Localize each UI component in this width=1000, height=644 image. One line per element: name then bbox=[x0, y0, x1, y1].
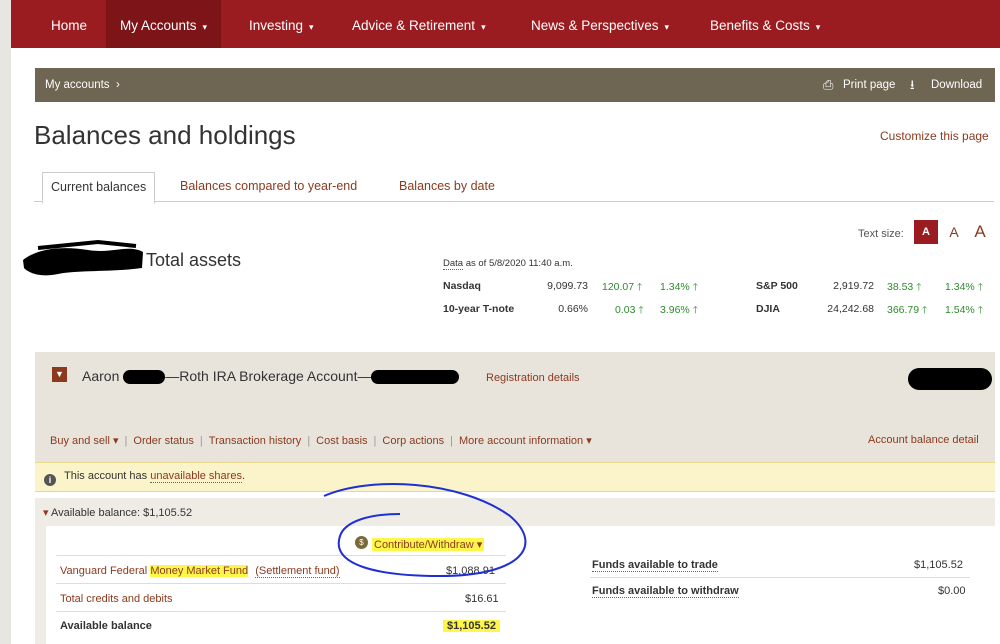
arrow-up-icon: 🡑 bbox=[916, 282, 922, 293]
available-balance-label: Available balance bbox=[60, 620, 152, 632]
tab-current-balances[interactable]: Current balances bbox=[42, 172, 156, 204]
money-market-fund-link[interactable]: Vanguard Federal Money Market Fund (Sett… bbox=[60, 565, 340, 578]
chevron-down-icon: ▾ bbox=[113, 435, 119, 447]
more-account-info-menu[interactable]: More account information ▾ bbox=[459, 435, 592, 447]
redaction-scribble bbox=[23, 239, 143, 276]
printer-icon: ⎙ bbox=[823, 77, 834, 92]
nav-investing[interactable]: Investing ▾ bbox=[249, 0, 314, 48]
market-row-name: Nasdaq bbox=[443, 280, 481, 292]
nav-news-perspectives[interactable]: News & Perspectives ▾ bbox=[531, 0, 669, 48]
funds-available-withdraw-link[interactable]: Funds available to withdraw bbox=[592, 585, 739, 598]
alert-text: This account has unavailable shares. bbox=[64, 470, 246, 483]
funds-withdraw-value: $0.00 bbox=[938, 585, 966, 597]
arrow-up-icon: 🡑 bbox=[692, 282, 698, 293]
market-row-change: 120.07 🡑 bbox=[602, 281, 643, 293]
market-row-pct: 1.54% 🡑 bbox=[945, 304, 983, 316]
chevron-down-icon: ▾ bbox=[481, 22, 486, 32]
arrow-up-icon: 🡑 bbox=[637, 282, 643, 293]
market-row-value: 9,099.73 bbox=[547, 280, 588, 292]
market-row-change: 366.79 🡑 bbox=[887, 304, 928, 316]
customize-page-link[interactable]: Customize this page bbox=[880, 129, 989, 143]
market-row-pct: 1.34% 🡑 bbox=[660, 281, 698, 293]
nav-advice-retirement[interactable]: Advice & Retirement ▾ bbox=[352, 0, 486, 48]
chevron-down-icon: ▾ bbox=[586, 435, 592, 447]
cost-basis-link[interactable]: Cost basis bbox=[316, 435, 367, 447]
account-name: Aaron —Roth IRA Brokerage Account— bbox=[82, 368, 460, 385]
redaction-scribble bbox=[371, 370, 460, 385]
registration-details-link[interactable]: Registration details bbox=[486, 372, 580, 384]
chevron-down-icon: ▾ bbox=[664, 22, 670, 32]
unavailable-shares-link[interactable]: unavailable shares bbox=[150, 470, 242, 483]
funds-trade-value: $1,105.52 bbox=[914, 559, 963, 571]
collapse-toggle-icon[interactable]: ▼ bbox=[52, 367, 67, 382]
market-row-name: 10-year T-note bbox=[443, 303, 515, 315]
chevron-down-icon: ▾ bbox=[309, 22, 314, 32]
tab-divider bbox=[34, 201, 994, 202]
market-row-name: S&P 500 bbox=[756, 280, 798, 292]
top-nav: Home My Accounts ▾ Investing ▾ Advice & Re… bbox=[11, 0, 1000, 48]
funds-available-trade-link[interactable]: Funds available to trade bbox=[592, 559, 718, 572]
total-assets-label: Total assets bbox=[146, 250, 242, 270]
breadcrumb-bar: My accounts › ⎙ Print page ⭳ Download bbox=[35, 68, 995, 102]
text-size-large[interactable]: A bbox=[968, 220, 992, 244]
market-data-timestamp: Data as of 5/8/2020 11:40 a.m. bbox=[443, 258, 573, 270]
tab-balances-by-date[interactable]: Balances by date bbox=[399, 172, 495, 202]
arrow-up-icon: 🡑 bbox=[922, 305, 928, 316]
market-row-change: 38.53 🡑 bbox=[887, 281, 922, 293]
nav-home[interactable]: Home bbox=[51, 0, 87, 48]
chevron-down-icon: ▾ bbox=[815, 22, 821, 32]
arrow-up-icon: 🡑 bbox=[977, 282, 983, 293]
breadcrumb-my-accounts[interactable]: My accounts › bbox=[45, 79, 120, 91]
market-row-name: DJIA bbox=[756, 303, 780, 315]
transaction-history-link[interactable]: Transaction history bbox=[209, 435, 302, 447]
redaction-scribble bbox=[908, 368, 992, 390]
account-actions: Buy and sell ▾ | Order status | Transaction … bbox=[50, 435, 592, 447]
tab-compared-year-end[interactable]: Balances compared to year-end bbox=[180, 172, 357, 202]
text-size-label: Text size: bbox=[858, 228, 904, 240]
text-size-medium[interactable]: A bbox=[942, 220, 966, 244]
arrow-up-icon: 🡑 bbox=[638, 305, 644, 316]
redaction-scribble bbox=[123, 370, 166, 385]
text-size-small[interactable]: A bbox=[914, 220, 938, 244]
info-icon: i bbox=[44, 474, 56, 486]
print-page-link[interactable]: Print page bbox=[843, 79, 895, 91]
download-link[interactable]: Download bbox=[931, 79, 982, 91]
chevron-down-icon: ▾ bbox=[202, 22, 208, 32]
divider bbox=[56, 611, 506, 612]
download-icon: ⭳ bbox=[910, 77, 915, 92]
caret-down-icon: ▾ bbox=[43, 507, 49, 519]
total-credits-debits-link[interactable]: Total credits and debits bbox=[60, 593, 173, 605]
nav-benefits-costs[interactable]: Benefits & Costs ▾ bbox=[710, 0, 820, 48]
buy-sell-menu[interactable]: Buy and sell ▾ bbox=[50, 435, 119, 447]
page-title: Balances and holdings bbox=[34, 120, 296, 150]
market-row-change: 0.03 🡑 bbox=[615, 304, 644, 316]
available-balance-toggle[interactable]: ▾ Available balance: $1,105.52 bbox=[43, 506, 192, 519]
arrow-up-icon: 🡑 bbox=[692, 305, 698, 316]
credits-value: $16.61 bbox=[465, 593, 499, 605]
market-row-pct: 1.34% 🡑 bbox=[945, 281, 983, 293]
arrow-up-icon: 🡑 bbox=[977, 305, 983, 316]
available-balance-value: $1,105.52 bbox=[443, 620, 500, 632]
annotation-circle bbox=[323, 483, 527, 578]
account-balance-detail-link[interactable]: Account balance detail bbox=[868, 434, 979, 446]
corp-actions-link[interactable]: Corp actions bbox=[382, 435, 444, 447]
order-status-link[interactable]: Order status bbox=[133, 435, 194, 447]
left-gutter bbox=[0, 0, 11, 644]
nav-my-accounts[interactable]: My Accounts ▾ bbox=[106, 0, 222, 48]
market-row-value: 0.66% bbox=[558, 303, 588, 315]
market-row-value: 24,242.68 bbox=[827, 303, 874, 315]
market-row-pct: 3.96% 🡑 bbox=[660, 304, 698, 316]
market-row-value: 2,919.72 bbox=[833, 280, 874, 292]
divider bbox=[590, 577, 970, 578]
